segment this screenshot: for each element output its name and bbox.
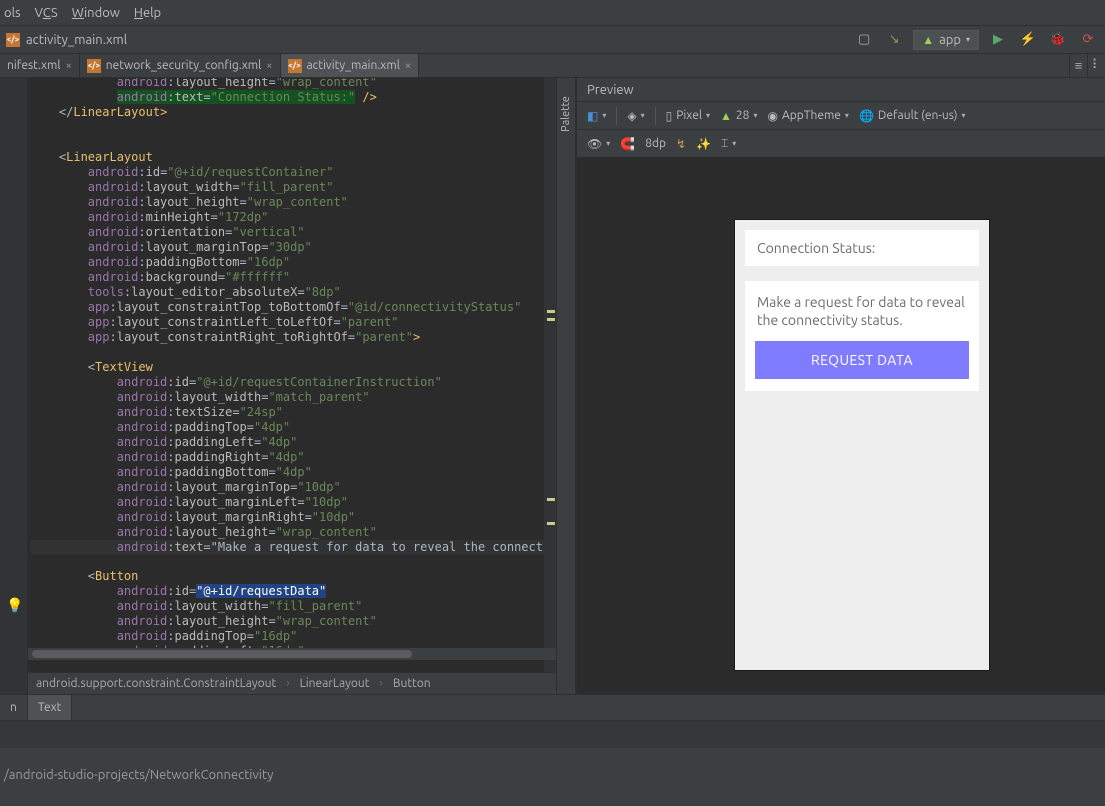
close-icon[interactable]: × [405, 60, 411, 72]
status-strip [0, 720, 1105, 748]
device-selector[interactable]: ▯ Pixel▾ [666, 109, 710, 123]
tab-manifest[interactable]: nifest.xml × [0, 54, 80, 77]
guidelines-icon[interactable]: ⌶▾ [721, 137, 736, 151]
menu-tools[interactable]: ols [4, 6, 21, 20]
device-frame-icon[interactable]: ▢ [853, 29, 875, 51]
preview-header: Preview [577, 78, 1105, 102]
default-margin[interactable]: 8dp [645, 137, 666, 150]
clear-constraints-icon[interactable]: ✨ [696, 137, 711, 151]
sync-gradle-icon[interactable]: ↘ [883, 29, 905, 51]
breadcrumb-file[interactable]: activity_main.xml [26, 33, 127, 47]
request-instruction: Make a request for data to reveal the co… [755, 291, 969, 329]
request-container: Make a request for data to reveal the co… [745, 281, 979, 391]
request-data-button[interactable]: REQUEST DATA [755, 341, 969, 379]
run-config-selector[interactable]: ▲ app ▾ [913, 30, 979, 50]
editor-gutter[interactable]: 💡 [0, 78, 28, 694]
design-tab[interactable]: n [0, 695, 28, 720]
breadcrumb-item[interactable]: android.support.constraint.ConstraintLay… [36, 677, 276, 690]
orientation-icon[interactable]: ◈▾ [627, 109, 644, 123]
connection-status-card: Connection Status: [745, 230, 979, 266]
tab-label: nifest.xml [7, 59, 61, 72]
main-menu-bar[interactable]: ols VCS Window Help [0, 0, 1105, 26]
design-canvas[interactable]: Connection Status: Make a request for da… [577, 158, 1105, 694]
navigation-bar: </> activity_main.xml ▢ ↘ ▲ app ▾ ▶ ⚡ 🐞 … [0, 26, 1105, 54]
intention-bulb-icon[interactable]: 💡 [6, 597, 23, 614]
tab-activity-main[interactable]: </> activity_main.xml × [281, 54, 420, 77]
surface-selector-icon[interactable]: ◧▾ [587, 109, 606, 123]
design-toolbar: ◧▾ ◈▾ ▯ Pixel▾ ▲ 28▾ ◉ AppTheme▾ 🌐 Defau… [577, 102, 1105, 130]
debug-button[interactable]: 🐞 [1047, 29, 1069, 51]
design-toolbar-2: 👁▾ 🧲 8dp ↯ ✨ ⌶▾ [577, 130, 1105, 158]
tab-network-security-config[interactable]: </> network_security_config.xml × [80, 54, 281, 77]
structure-breadcrumb[interactable]: android.support.constraint.ConstraintLay… [28, 672, 556, 694]
locale-selector[interactable]: 🌐 Default (en-us) ▾ [859, 109, 966, 123]
run-button[interactable]: ▶ [987, 29, 1009, 51]
chevron-right-icon: › [379, 677, 382, 690]
menu-help[interactable]: Help [134, 6, 161, 20]
menu-vcs[interactable]: VCS [35, 6, 58, 20]
connection-status-label: Connection Status: [757, 240, 875, 256]
device-preview[interactable]: Connection Status: Make a request for da… [735, 220, 989, 670]
close-icon[interactable]: × [266, 60, 272, 72]
chevron-right-icon: › [286, 677, 289, 690]
xml-file-icon: </> [6, 33, 20, 47]
tab-label: activity_main.xml [307, 59, 400, 72]
close-icon[interactable]: × [66, 60, 72, 72]
code-editor[interactable]: android:layout_height="wrap_content" and… [28, 78, 556, 694]
status-path: /android-studio-projects/NetworkConnecti… [4, 768, 273, 782]
breadcrumb-item[interactable]: Button [393, 677, 431, 690]
preview-pane: Preview ◧▾ ◈▾ ▯ Pixel▾ ▲ 28▾ ◉ AppTheme▾… [576, 78, 1105, 694]
palette-tool-strip[interactable]: Palette [556, 78, 576, 694]
api-selector[interactable]: ▲ 28▾ [720, 109, 757, 123]
editor-tabs: nifest.xml × </> network_security_config… [0, 54, 1105, 78]
scrollbar-thumb[interactable] [32, 650, 412, 658]
xml-file-icon: </> [288, 59, 302, 73]
editor-mode-tabs: n Text [0, 694, 1105, 720]
main-content-row: 💡 android:layout_height="wrap_content" a… [0, 78, 1105, 694]
marker-bar[interactable] [544, 78, 556, 694]
visibility-icon[interactable]: 👁▾ [587, 137, 610, 151]
preview-title: Preview [587, 83, 634, 97]
status-bar: /android-studio-projects/NetworkConnecti… [0, 748, 1105, 802]
horizontal-scrollbar[interactable] [28, 648, 556, 660]
android-icon: ▲ [922, 33, 934, 47]
run-config-name: app [939, 33, 961, 47]
attach-debugger-icon[interactable]: ⟳ [1077, 29, 1099, 51]
palette-label[interactable]: Palette [560, 96, 572, 132]
text-tab[interactable]: Text [28, 695, 73, 720]
breadcrumb-item[interactable]: LinearLayout [300, 677, 370, 690]
tab-overflow-icon[interactable]: ⠇ [1087, 54, 1105, 77]
tab-label: network_security_config.xml [106, 59, 262, 72]
theme-selector[interactable]: ◉ AppTheme▾ [767, 109, 848, 123]
magnet-icon[interactable]: 🧲 [620, 137, 635, 151]
apply-changes-icon[interactable]: ⚡ [1017, 29, 1039, 51]
infer-constraints-icon[interactable]: ↯ [676, 137, 686, 151]
menu-window[interactable]: Window [72, 6, 120, 20]
tab-list-icon[interactable]: ≡ [1069, 54, 1087, 77]
xml-file-icon: </> [87, 59, 101, 73]
